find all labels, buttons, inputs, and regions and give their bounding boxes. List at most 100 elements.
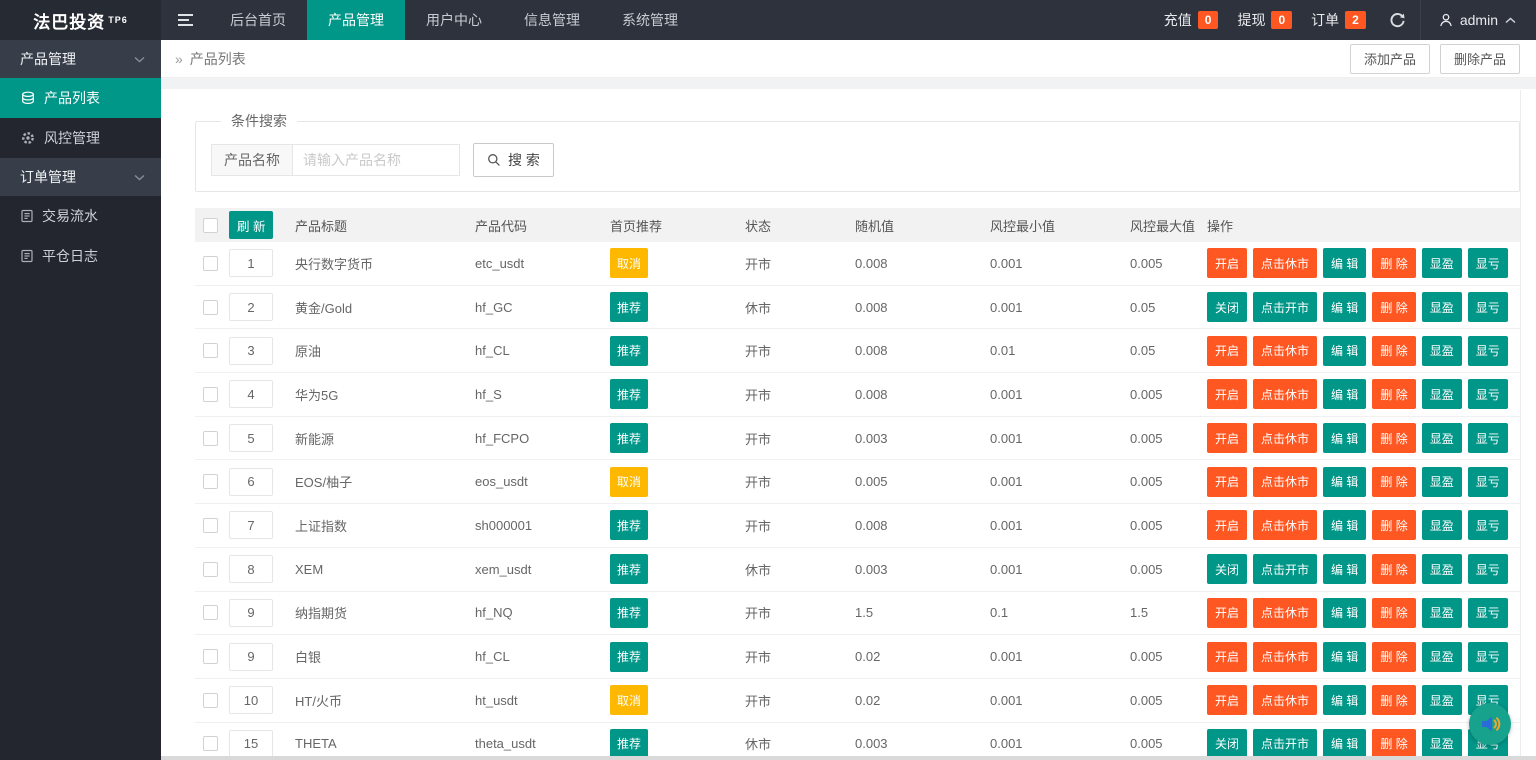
edit-button[interactable]: 编 辑 [1323,423,1366,453]
select-all-checkbox[interactable] [203,218,218,233]
toggle-open-button[interactable]: 关闭 [1207,729,1247,759]
edit-button[interactable]: 编 辑 [1323,554,1366,584]
refresh-button[interactable]: 刷 新 [229,211,273,239]
add-product-button[interactable]: 添加产品 [1350,44,1430,74]
nav-info[interactable]: 信息管理 [503,0,601,40]
row-checkbox[interactable] [203,300,218,315]
show-loss-button[interactable]: 显亏 [1468,642,1508,672]
recommend-badge[interactable]: 推荐 [610,729,648,759]
show-profit-button[interactable]: 显盈 [1422,685,1462,715]
delete-button[interactable]: 删 除 [1372,510,1415,540]
row-checkbox[interactable] [203,518,218,533]
stat-orders[interactable]: 订单2 [1311,10,1366,30]
row-checkbox[interactable] [203,431,218,446]
show-loss-button[interactable]: 显亏 [1468,248,1508,278]
edit-button[interactable]: 编 辑 [1323,729,1366,759]
row-checkbox[interactable] [203,649,218,664]
delete-product-button[interactable]: 删除产品 [1440,44,1520,74]
delete-button[interactable]: 删 除 [1372,292,1415,322]
toggle-open-button[interactable]: 开启 [1207,510,1247,540]
nav-user-center[interactable]: 用户中心 [405,0,503,40]
show-profit-button[interactable]: 显盈 [1422,598,1462,628]
show-profit-button[interactable]: 显盈 [1422,467,1462,497]
app-logo[interactable]: 法巴投资TP6 [0,0,161,40]
show-loss-button[interactable]: 显亏 [1468,423,1508,453]
recommend-badge[interactable]: 取消 [610,685,648,715]
recommend-badge[interactable]: 推荐 [610,642,648,672]
show-profit-button[interactable]: 显盈 [1422,729,1462,759]
audio-notification-button[interactable] [1469,703,1511,745]
sidebar-item-risk-control[interactable]: 风控管理 [0,118,161,158]
sidebar-item-trade-flow[interactable]: 交易流水 [0,196,161,236]
toggle-market-button[interactable]: 点击开市 [1253,292,1317,322]
toggle-market-button[interactable]: 点击开市 [1253,729,1317,759]
edit-button[interactable]: 编 辑 [1323,685,1366,715]
toggle-open-button[interactable]: 关闭 [1207,292,1247,322]
delete-button[interactable]: 删 除 [1372,642,1415,672]
recommend-badge[interactable]: 推荐 [610,336,648,366]
menu-collapse-icon[interactable] [161,0,209,40]
delete-button[interactable]: 删 除 [1372,685,1415,715]
edit-button[interactable]: 编 辑 [1323,598,1366,628]
delete-button[interactable]: 删 除 [1372,423,1415,453]
sidebar-item-product-list[interactable]: 产品列表 [0,78,161,118]
stat-recharge[interactable]: 充值0 [1164,10,1219,30]
sort-input[interactable] [229,380,273,408]
product-name-input[interactable] [292,144,460,176]
toggle-open-button[interactable]: 开启 [1207,467,1247,497]
nav-system[interactable]: 系统管理 [601,0,699,40]
toggle-market-button[interactable]: 点击休市 [1253,598,1317,628]
toggle-open-button[interactable]: 开启 [1207,248,1247,278]
toggle-open-button[interactable]: 开启 [1207,379,1247,409]
sort-input[interactable] [229,730,273,758]
show-loss-button[interactable]: 显亏 [1468,336,1508,366]
row-checkbox[interactable] [203,693,218,708]
show-loss-button[interactable]: 显亏 [1468,292,1508,322]
show-profit-button[interactable]: 显盈 [1422,423,1462,453]
edit-button[interactable]: 编 辑 [1323,642,1366,672]
show-profit-button[interactable]: 显盈 [1422,292,1462,322]
recommend-badge[interactable]: 推荐 [610,554,648,584]
recommend-badge[interactable]: 推荐 [610,510,648,540]
row-checkbox[interactable] [203,343,218,358]
toggle-open-button[interactable]: 开启 [1207,685,1247,715]
sort-input[interactable] [229,424,273,452]
stat-withdraw[interactable]: 提现0 [1237,10,1292,30]
delete-button[interactable]: 删 除 [1372,248,1415,278]
sort-input[interactable] [229,249,273,277]
show-loss-button[interactable]: 显亏 [1468,510,1508,540]
delete-button[interactable]: 删 除 [1372,598,1415,628]
show-profit-button[interactable]: 显盈 [1422,510,1462,540]
sort-input[interactable] [229,686,273,714]
horizontal-scrollbar[interactable] [161,756,1536,760]
edit-button[interactable]: 编 辑 [1323,467,1366,497]
delete-button[interactable]: 删 除 [1372,336,1415,366]
show-loss-button[interactable]: 显亏 [1468,467,1508,497]
edit-button[interactable]: 编 辑 [1323,292,1366,322]
show-loss-button[interactable]: 显亏 [1468,379,1508,409]
recommend-badge[interactable]: 推荐 [610,423,648,453]
row-checkbox[interactable] [203,736,218,751]
recommend-badge[interactable]: 推荐 [610,292,648,322]
sort-input[interactable] [229,643,273,671]
toggle-market-button[interactable]: 点击休市 [1253,467,1317,497]
sort-input[interactable] [229,599,273,627]
toggle-market-button[interactable]: 点击休市 [1253,248,1317,278]
row-checkbox[interactable] [203,387,218,402]
show-profit-button[interactable]: 显盈 [1422,248,1462,278]
sidebar-item-close-log[interactable]: 平仓日志 [0,236,161,276]
sort-input[interactable] [229,468,273,496]
toggle-market-button[interactable]: 点击休市 [1253,642,1317,672]
show-profit-button[interactable]: 显盈 [1422,336,1462,366]
toggle-open-button[interactable]: 开启 [1207,336,1247,366]
toggle-open-button[interactable]: 关闭 [1207,554,1247,584]
edit-button[interactable]: 编 辑 [1323,510,1366,540]
sort-input[interactable] [229,511,273,539]
show-loss-button[interactable]: 显亏 [1468,598,1508,628]
search-button[interactable]: 搜 索 [473,143,554,177]
toggle-market-button[interactable]: 点击休市 [1253,379,1317,409]
row-checkbox[interactable] [203,474,218,489]
toggle-market-button[interactable]: 点击休市 [1253,685,1317,715]
toggle-market-button[interactable]: 点击休市 [1253,423,1317,453]
toggle-open-button[interactable]: 开启 [1207,642,1247,672]
